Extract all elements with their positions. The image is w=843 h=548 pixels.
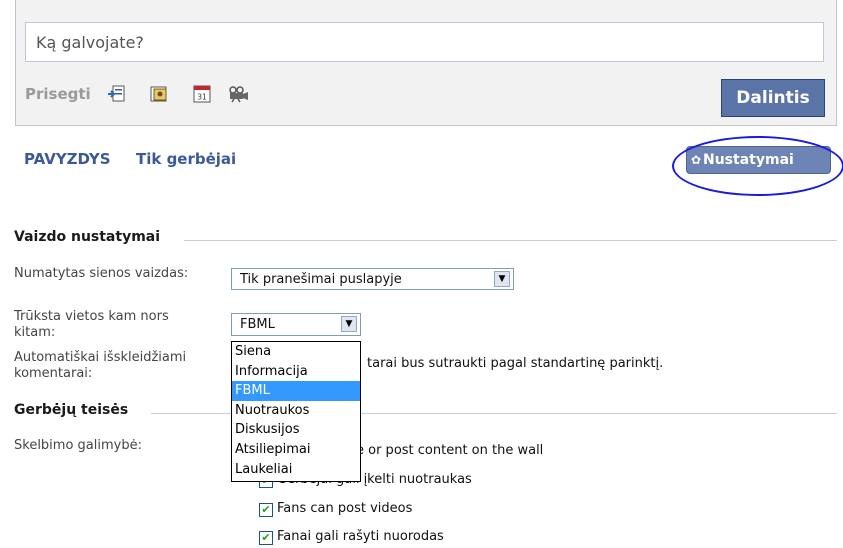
fan-permissions-title: Gerbėjų teisės [14, 402, 129, 418]
default-view-label: Numatytas sienos vaizdas: [14, 266, 189, 281]
permission-option-4: Fanai gali rašyti nuorodas [277, 529, 444, 544]
event-attach-icon[interactable]: 31 [192, 85, 212, 103]
chevron-down-icon[interactable]: ▼ [341, 316, 357, 332]
dropdown-option[interactable]: Siena [232, 342, 360, 362]
section-divider [184, 240, 837, 241]
permission-option-3: Fans can post videos [277, 501, 413, 516]
chevron-down-icon[interactable]: ▼ [494, 271, 510, 287]
checkbox-links[interactable]: ✔ [259, 531, 273, 545]
dropdown-option[interactable]: Laukeliai [232, 460, 360, 480]
dropdown-option[interactable]: Nuotraukos [232, 401, 360, 421]
share-button[interactable]: Dalintis [721, 79, 825, 117]
checkbox-videos[interactable]: ✔ [259, 503, 273, 517]
composer-panel [15, 0, 837, 126]
attach-label: Prisegti [25, 85, 91, 103]
highlight-circle [672, 136, 843, 196]
view-settings-title: Vaizdo nustatymai [14, 229, 161, 245]
missing-space-label: Trūksta vietos kam nors kitam: [14, 309, 169, 340]
missing-space-dropdown-list[interactable]: Siena Informacija FBML Nuotraukos Diskus… [231, 341, 361, 482]
tab-fans-only[interactable]: Tik gerbėjai [136, 150, 236, 168]
video-attach-icon[interactable] [226, 85, 252, 103]
permission-option-1: e or post content on the wall [356, 443, 544, 458]
missing-space-select[interactable]: FBML ▼ [231, 313, 361, 336]
svg-text:31: 31 [197, 93, 207, 102]
dropdown-option[interactable]: Diskusijos [232, 420, 360, 440]
dropdown-option[interactable]: Atsiliepimai [232, 440, 360, 460]
photo-attach-icon[interactable] [149, 85, 169, 103]
link-attach-icon[interactable] [107, 85, 127, 103]
status-input[interactable]: Ką galvojate? [25, 22, 824, 62]
auto-expand-text: tarai bus sutraukti pagal standartinę pa… [367, 356, 664, 371]
tab-pavyzdys[interactable]: PAVYZDYS [24, 150, 111, 168]
auto-expand-label: Automatiškai išskleidžiami komentarai: [14, 350, 187, 381]
missing-space-value: FBML [240, 317, 275, 332]
posting-ability-label: Skelbimo galimybė: [14, 438, 142, 453]
dropdown-option-selected[interactable]: FBML [232, 381, 360, 401]
default-view-value: Tik pranešimai puslapyje [240, 272, 402, 287]
default-view-select[interactable]: Tik pranešimai puslapyje ▼ [231, 268, 514, 290]
dropdown-option[interactable]: Informacija [232, 362, 360, 382]
